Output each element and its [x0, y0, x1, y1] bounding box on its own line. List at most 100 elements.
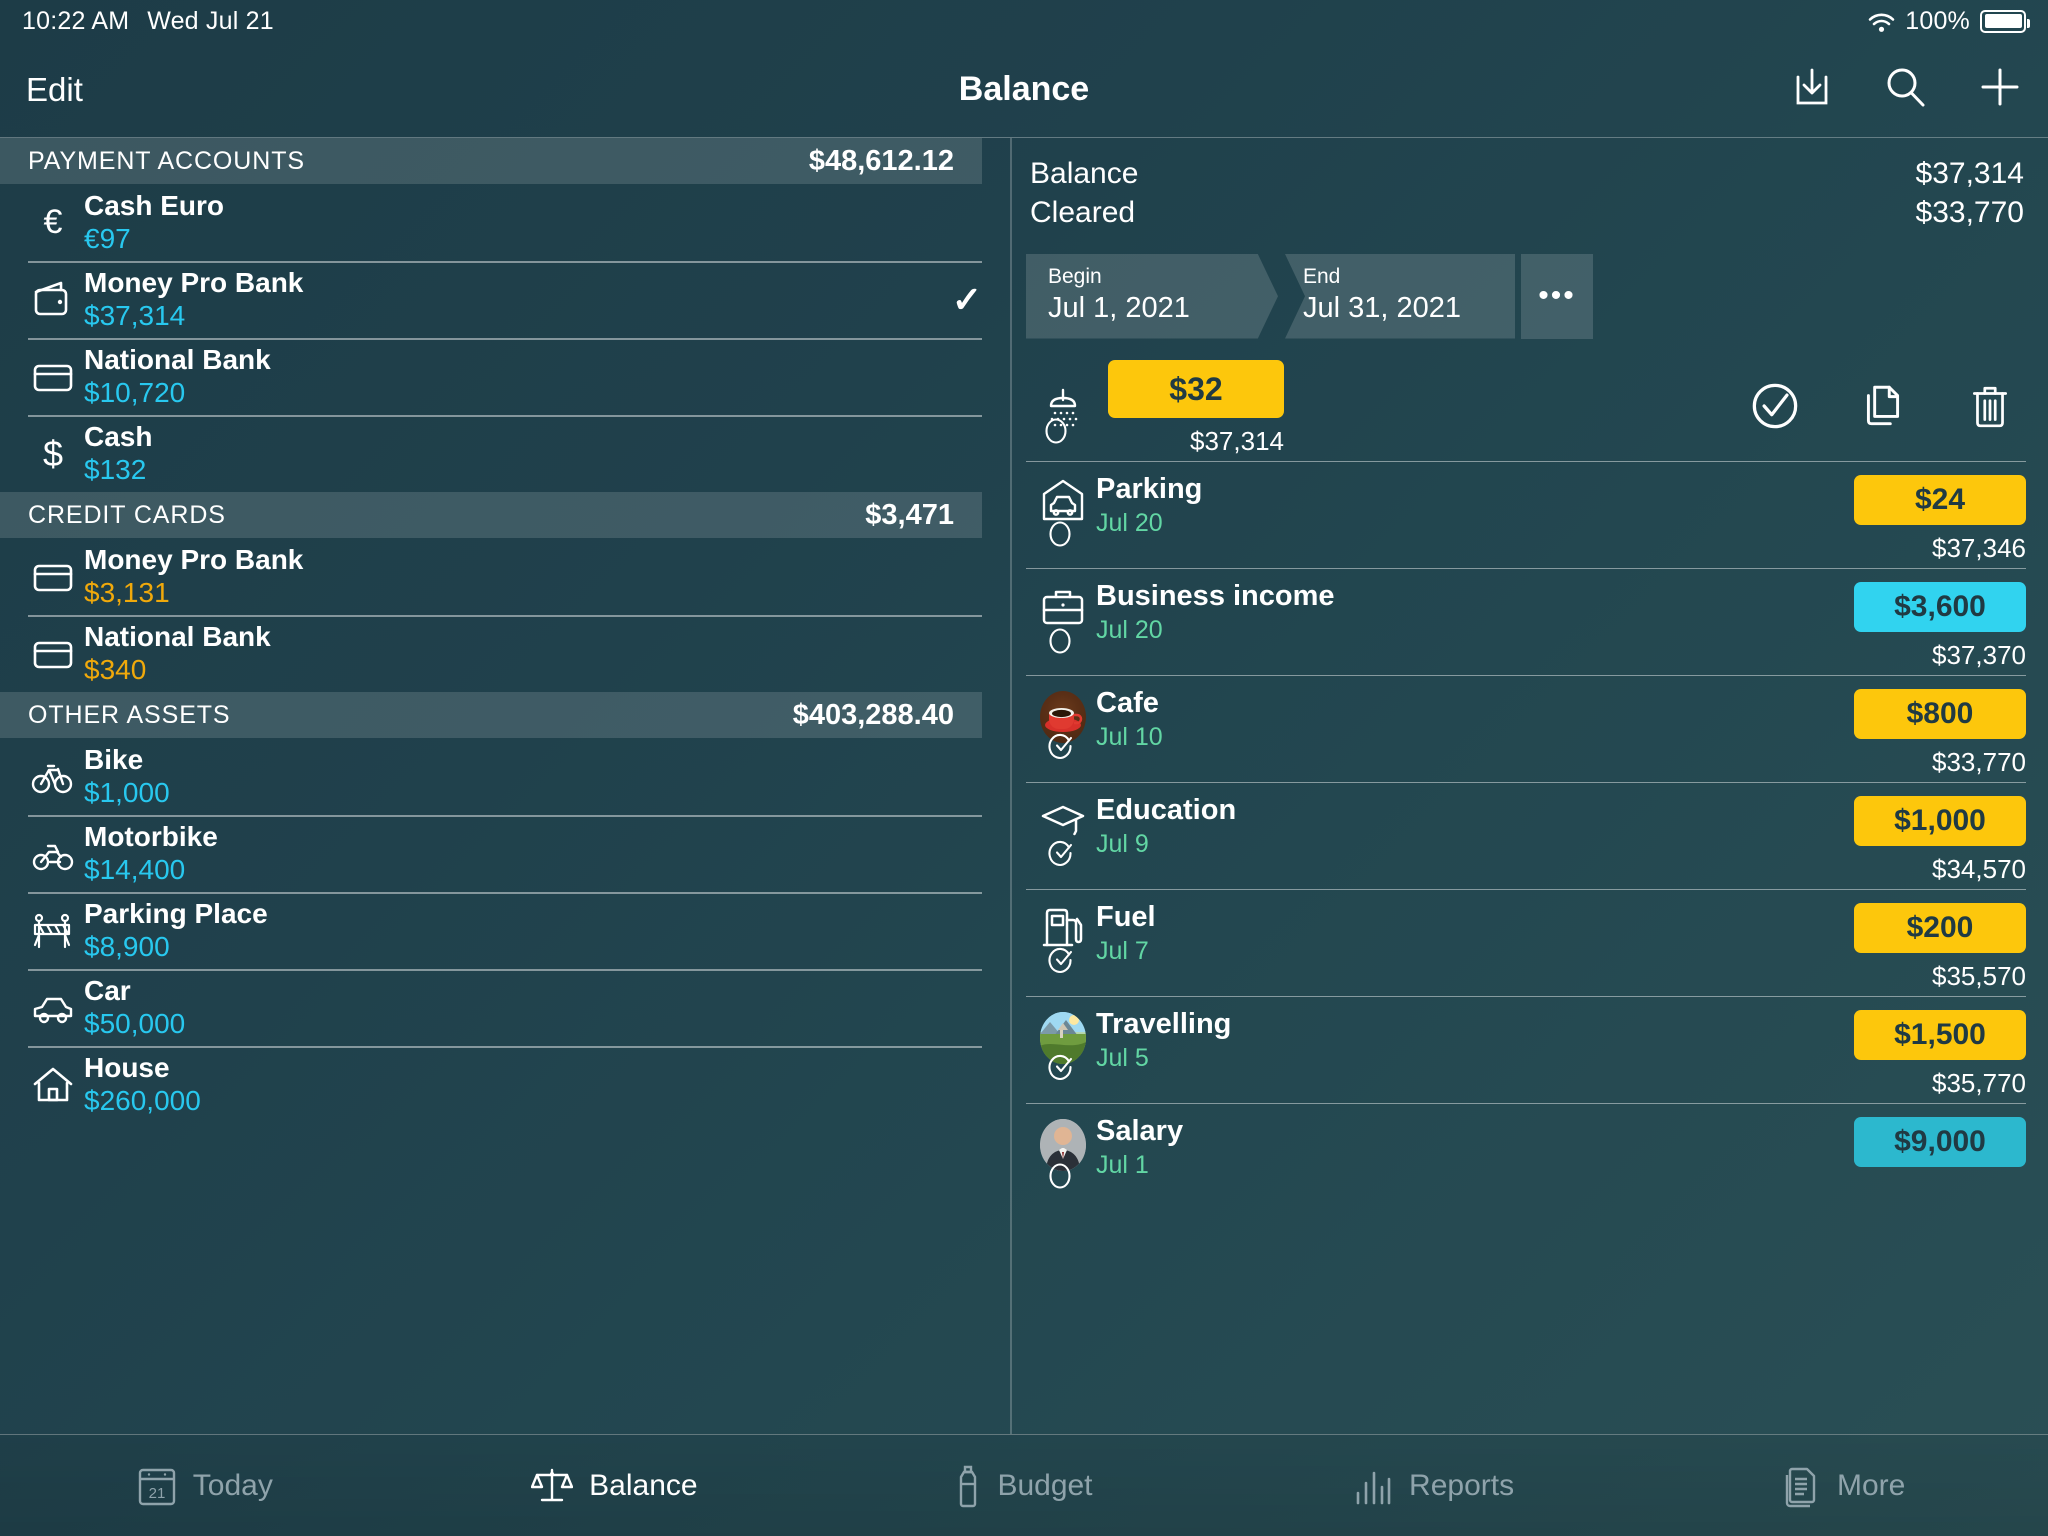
tab-reports[interactable]: Reports	[1229, 1465, 1639, 1507]
balance-summary: Balance $37,314 Cleared $33,770	[1012, 138, 2048, 232]
account-row[interactable]: National Bank $340	[0, 615, 1010, 692]
transaction-amount[interactable]: $1,000	[1854, 795, 2026, 846]
calendar-21-icon: 21	[137, 1465, 177, 1507]
account-amount: $340	[84, 653, 147, 685]
transaction-amount[interactable]: $9,000	[1854, 1116, 2026, 1167]
transaction-cleared-indicator[interactable]	[1048, 520, 1074, 554]
account-amount: $260,000	[84, 1084, 201, 1116]
credit-card-icon	[22, 632, 84, 676]
account-name: Money Pro Bank	[84, 267, 304, 299]
account-row[interactable]: National Bank $10,720	[0, 338, 1010, 415]
status-bar-right: 100%	[1868, 7, 2030, 36]
account-amount: $3,131	[84, 576, 170, 608]
transaction-cleared-indicator[interactable]	[1048, 1054, 1076, 1089]
account-selected-check-icon: ✓	[951, 278, 982, 320]
transaction-amount[interactable]: $200	[1854, 902, 2026, 953]
transaction-amount[interactable]: $24	[1854, 474, 2026, 525]
account-row[interactable]: $ Cash $132	[0, 415, 1010, 492]
tab-label: Today	[192, 1468, 273, 1502]
edit-button[interactable]: Edit	[26, 71, 83, 109]
transaction-row[interactable]: Cafe Jul 10 $800 $33,770	[1012, 674, 2048, 782]
transaction-running-balance: $33,770	[1932, 746, 2026, 777]
transaction-title: Salary	[1096, 1114, 1184, 1147]
account-row[interactable]: € Cash Euro €97	[0, 184, 1010, 261]
account-row[interactable]: Parking Place $8,900	[0, 892, 1010, 969]
transaction-running-balance: $37,314	[1190, 426, 1284, 456]
money-pro-app: 10:22 AM Wed Jul 21 100% Edit Balance PA…	[0, 0, 2048, 1536]
parking-garage-icon	[1030, 461, 1096, 523]
content-area: PAYMENT ACCOUNTS $48,612.12 € Cash Euro €97 M…	[0, 138, 2048, 1434]
documents-icon	[1781, 1464, 1821, 1508]
plus-icon[interactable]	[1978, 65, 2022, 114]
tab-more[interactable]: More	[1638, 1464, 2048, 1508]
transaction-title: Cafe	[1096, 686, 1159, 719]
transaction-row[interactable]: Education Jul 9 $1,000 $34,570	[1012, 781, 2048, 889]
status-bar: 10:22 AM Wed Jul 21 100%	[0, 0, 2048, 42]
tab-label: Budget	[997, 1468, 1093, 1502]
transaction-cleared-indicator[interactable]	[1048, 627, 1074, 661]
cleared-value: $33,770	[1915, 196, 2024, 229]
transaction-row[interactable]: Parking Jul 20 $24 $37,346	[1012, 460, 2048, 568]
accounts-section-header[interactable]: CREDIT CARDS $3,471	[0, 492, 982, 538]
accounts-section-total: $48,612.12	[808, 144, 954, 177]
transaction-title: Fuel	[1096, 900, 1156, 933]
range-begin-button[interactable]: Begin Jul 1, 2021	[1026, 254, 1278, 339]
accounts-section-header[interactable]: OTHER ASSETS $403,288.40	[0, 692, 982, 738]
status-date: Wed Jul 21	[147, 6, 274, 35]
transaction-cleared-indicator[interactable]	[1048, 840, 1076, 875]
account-name: Bike	[84, 744, 144, 776]
bicycle-icon	[22, 755, 84, 799]
transaction-cleared-indicator[interactable]	[1048, 733, 1076, 768]
motorbike-icon	[22, 832, 84, 876]
search-icon[interactable]	[1884, 66, 1926, 113]
account-row[interactable]: Bike $1,000	[0, 738, 1010, 815]
transaction-cleared-indicator[interactable]	[1048, 947, 1076, 982]
transaction-running-balance: $37,370	[1932, 639, 2026, 670]
export-icon[interactable]	[1792, 65, 1832, 114]
transaction-amount[interactable]: $3,600	[1854, 581, 2026, 632]
page-title: Balance	[958, 70, 1090, 108]
range-begin-label: Begin	[1048, 265, 1102, 288]
transaction-row[interactable]: Fuel Jul 7 $200 $35,570	[1012, 888, 2048, 996]
tab-today[interactable]: 21 Today	[0, 1465, 410, 1507]
range-end-button[interactable]: End Jul 31, 2021	[1285, 254, 1515, 339]
duplicate-transaction-action[interactable]	[1858, 381, 1908, 436]
account-row[interactable]: House $260,000	[0, 1046, 1010, 1123]
transaction-row[interactable]: Salary Jul 1 $9,000	[1012, 1102, 2048, 1210]
clear-transaction-action[interactable]	[1750, 381, 1800, 436]
transaction-running-balance: $35,570	[1932, 960, 2026, 991]
briefcase-icon	[1030, 568, 1096, 628]
delete-transaction-action[interactable]	[1966, 381, 2014, 436]
tab-label: Reports	[1409, 1468, 1515, 1502]
navigation-bar: Edit Balance	[0, 42, 2048, 138]
tab-balance[interactable]: Balance	[410, 1465, 820, 1507]
transaction-amount[interactable]: $32	[1108, 360, 1284, 418]
account-row[interactable]: Motorbike $14,400	[0, 815, 1010, 892]
bottle-icon	[955, 1464, 981, 1508]
transaction-amount[interactable]: $1,500	[1854, 1009, 2026, 1060]
transaction-row-swiped[interactable]: $32 $37,314	[1012, 357, 2048, 461]
barrier-icon	[22, 909, 84, 953]
transaction-cleared-indicator[interactable]	[1044, 417, 1070, 451]
tab-budget[interactable]: Budget	[819, 1464, 1229, 1508]
range-begin-value: Jul 1, 2021	[1048, 292, 1190, 325]
wallet-icon	[22, 278, 84, 322]
account-amount: $37,314	[84, 299, 186, 331]
transaction-title: Business income	[1096, 579, 1335, 612]
transaction-list: $32 $37,314 Parking Jul 20 $24 $37,346 Busines…	[1012, 357, 2048, 1210]
range-end-value: Jul 31, 2021	[1303, 292, 1462, 325]
transaction-row[interactable]: Travelling Jul 5 $1,500 $35,770	[1012, 995, 2048, 1103]
transaction-row[interactable]: Business income Jul 20 $3,600 $37,370	[1012, 567, 2048, 675]
transaction-title: Parking	[1096, 472, 1203, 505]
account-row[interactable]: Car $50,000	[0, 969, 1010, 1046]
account-name: Cash	[84, 421, 153, 453]
tab-label: Balance	[589, 1468, 698, 1502]
transaction-cleared-indicator[interactable]	[1048, 1162, 1074, 1196]
ellipsis-icon[interactable]: •••	[1521, 254, 1593, 339]
account-row[interactable]: Money Pro Bank $3,131	[0, 538, 1010, 615]
account-amount: $132	[84, 453, 147, 485]
accounts-section-header[interactable]: PAYMENT ACCOUNTS $48,612.12	[0, 138, 982, 184]
account-name: Cash Euro	[84, 190, 225, 222]
account-row[interactable]: Money Pro Bank $37,314 ✓	[0, 261, 1010, 338]
transaction-amount[interactable]: $800	[1854, 688, 2026, 739]
